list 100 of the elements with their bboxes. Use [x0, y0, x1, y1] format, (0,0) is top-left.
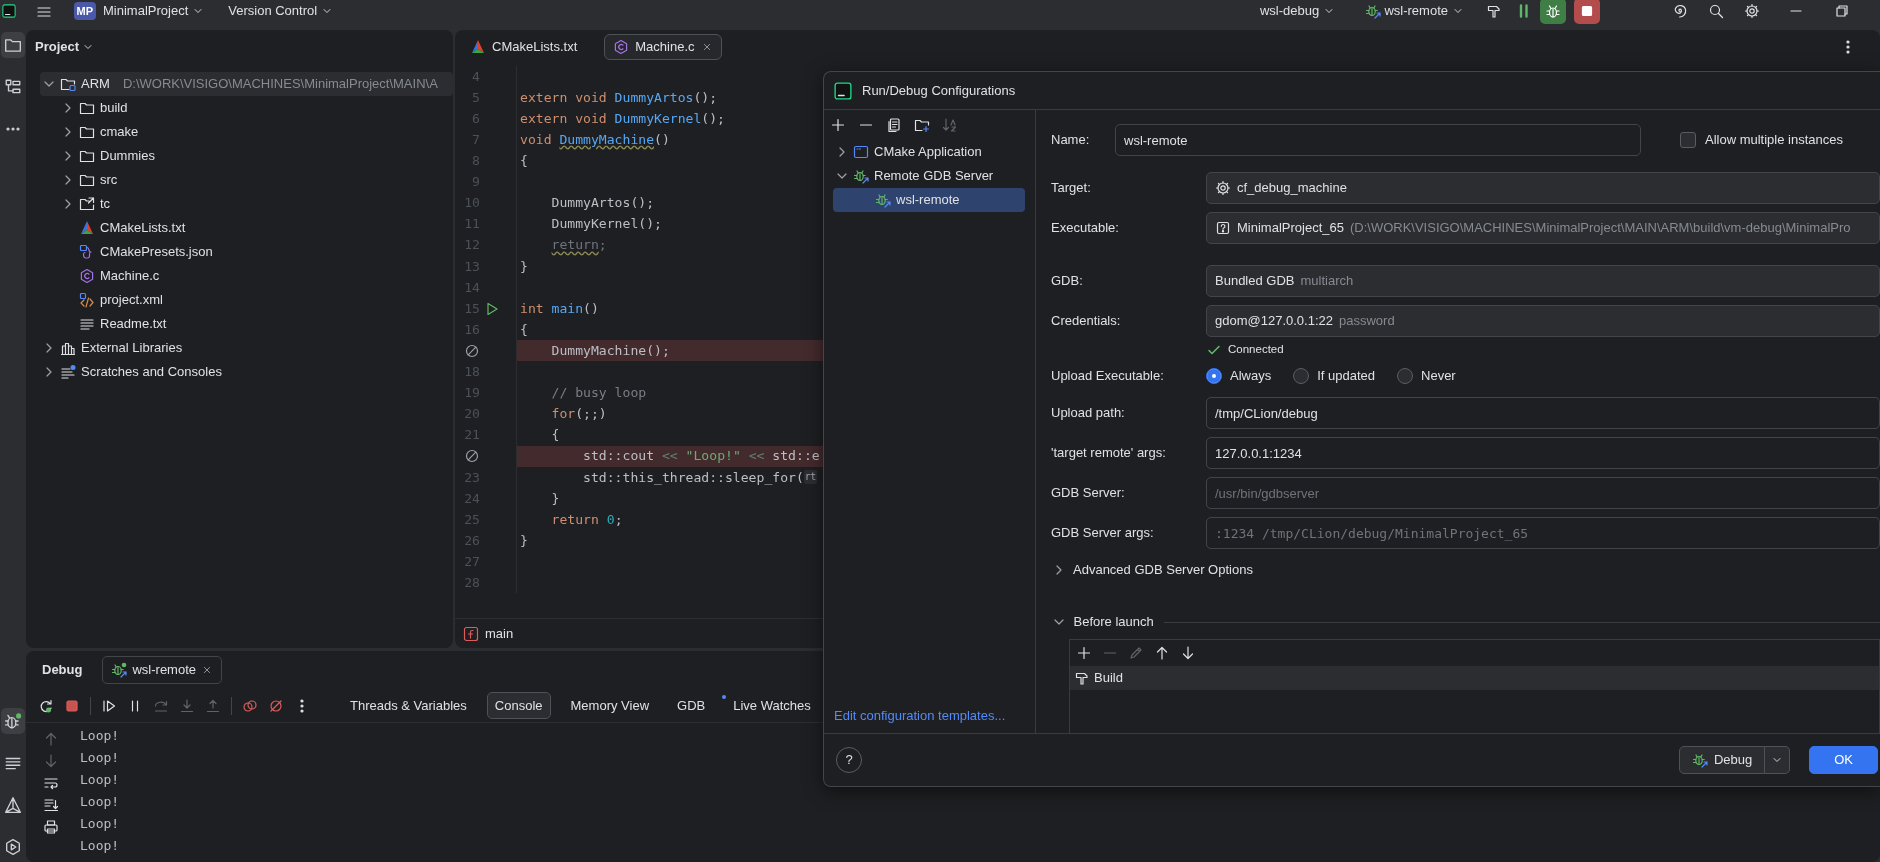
tree-item[interactable]: project.xml: [40, 288, 453, 312]
soft-wrap-icon[interactable]: [43, 775, 59, 791]
field-label: 'target remote' args:: [1051, 444, 1167, 463]
dropdown[interactable]: cf_debug_machine: [1206, 172, 1880, 204]
hammer-icon[interactable]: [1486, 3, 1502, 19]
tree-item[interactable]: Scratches and Consoles: [40, 360, 453, 384]
panel-title[interactable]: Project: [35, 37, 95, 57]
folder-icon: [79, 100, 95, 116]
text-file-icon: [79, 316, 95, 332]
tree-item[interactable]: Machine.c: [40, 264, 453, 288]
debug-tool-button[interactable]: [1, 708, 25, 734]
spiral-icon[interactable]: [1672, 3, 1688, 19]
dropdown[interactable]: MinimalProject_65 (D:\WORK\VISIGO\MACHINES\MinimalProject\MAIN\ARM\build\vm-debug\MinimalPro: [1206, 212, 1880, 244]
cmake-file-icon: [470, 39, 486, 55]
c-file-icon: [613, 39, 630, 55]
add-icon[interactable]: [830, 117, 846, 133]
folder-icon: [79, 148, 95, 164]
code-line: }: [550, 489, 560, 508]
input-field[interactable]: :1234 /tmp/CLion/debug/MinimalProject_65: [1206, 517, 1880, 549]
tree-item[interactable]: build: [40, 96, 453, 120]
input-field[interactable]: 127.0.0.1:1234: [1206, 437, 1880, 469]
tree-item[interactable]: src: [40, 168, 453, 192]
expander[interactable]: Advanced GDB Server Options: [1051, 553, 1880, 587]
arrow-up-icon[interactable]: [1154, 645, 1170, 661]
vcs-menu[interactable]: Version Control: [228, 1, 334, 21]
run-icon[interactable]: [484, 300, 500, 317]
view-tab[interactable]: Threads & Variables: [342, 691, 475, 720]
console-line: Loop!: [80, 815, 120, 833]
ok-button[interactable]: OK: [1809, 746, 1878, 774]
code-line: return 0;: [550, 510, 623, 529]
folder-icon: [4, 36, 22, 54]
tree-item[interactable]: External Libraries: [40, 336, 453, 360]
tree-item[interactable]: ARM D:\WORK\VISIGO\MACHINES\MinimalProject\MAIN\A: [40, 72, 453, 96]
folder-icon: [79, 172, 95, 188]
radio-label[interactable]: Never: [1421, 366, 1456, 386]
code-line: // busy loop: [550, 384, 647, 403]
print-icon[interactable]: [43, 819, 59, 835]
templates-link[interactable]: Edit configuration templates...: [824, 705, 1035, 733]
field-label: Credentials:: [1051, 312, 1122, 331]
add-icon[interactable]: [1076, 645, 1092, 661]
new-folder-icon[interactable]: [914, 117, 930, 133]
checkbox[interactable]: [1680, 132, 1696, 148]
tree-item[interactable]: CMakeLists.txt: [40, 216, 453, 240]
expander[interactable]: Before launch: [1051, 612, 1154, 632]
code-line: void DummyMachine(): [519, 131, 670, 149]
restore-icon[interactable]: [1834, 3, 1850, 19]
list-item[interactable]: Build: [1070, 666, 1879, 690]
project-tool-button[interactable]: [1, 32, 25, 58]
bug-icon: [875, 192, 891, 208]
dropdown[interactable]: gdom@127.0.0.1:22 password: [1206, 305, 1880, 337]
bug-icon: [4, 712, 22, 730]
stop-button[interactable]: [1574, 0, 1600, 24]
checkbox-label[interactable]: Allow multiple instances: [1705, 130, 1843, 150]
tree-item[interactable]: CMake Application: [833, 140, 1025, 164]
view-tab[interactable]: Console: [486, 691, 551, 720]
breadcrumb[interactable]: main: [485, 623, 514, 644]
folder-icon: [79, 124, 95, 140]
debug-button[interactable]: [1540, 0, 1566, 24]
breakpoints-icon[interactable]: [242, 697, 258, 714]
search-icon[interactable]: [1708, 3, 1724, 19]
resume-icon[interactable]: [101, 697, 117, 714]
tree-item[interactable]: wsl-remote: [833, 188, 1025, 212]
session-tab[interactable]: wsl-remote: [102, 656, 223, 684]
radio-label[interactable]: Always: [1230, 366, 1272, 386]
rerun-icon[interactable]: [38, 697, 54, 714]
name-field[interactable]: wsl-remote: [1115, 124, 1641, 156]
radio-button[interactable]: [1206, 368, 1222, 384]
view-tab[interactable]: Live Watches: [725, 691, 819, 720]
tree-item[interactable]: Dummies: [40, 144, 453, 168]
radio-label[interactable]: If updated: [1317, 366, 1375, 386]
arrow-down-icon[interactable]: [1180, 645, 1196, 661]
debug-button[interactable]: Debug: [1678, 746, 1766, 774]
tree-item[interactable]: tc: [40, 192, 453, 216]
stop-icon[interactable]: [64, 697, 80, 714]
scroll-to-end-icon[interactable]: [43, 797, 59, 813]
tree-item[interactable]: cmake: [40, 120, 453, 144]
tree-item[interactable]: Readme.txt: [40, 312, 453, 336]
build-config-selector[interactable]: wsl-debug: [1259, 1, 1336, 21]
editor-tab[interactable]: CMakeLists.txt: [461, 34, 587, 60]
copy-icon[interactable]: [886, 117, 902, 133]
path-text: D:\WORK\VISIGO\MACHINES\MinimalProject\MAIN\A: [122, 75, 438, 94]
radio-button[interactable]: [1293, 368, 1310, 384]
project-selector[interactable]: MinimalProject: [103, 1, 205, 21]
run-config-selector[interactable]: wsl-remote: [1384, 1, 1464, 21]
editor-tab[interactable]: Machine.c: [604, 34, 722, 60]
input-field[interactable]: /usr/bin/gdbserver: [1206, 477, 1880, 509]
mute-breakpoints-icon[interactable]: [268, 697, 284, 714]
view-tab[interactable]: Memory View: [562, 691, 658, 720]
input-field[interactable]: /tmp/CLion/debug: [1206, 397, 1880, 429]
radio-button[interactable]: [1397, 368, 1413, 384]
tree-item[interactable]: CMakePresets.json: [40, 240, 453, 264]
code-line: {: [550, 426, 560, 445]
view-tab[interactable]: GDB: [669, 691, 714, 720]
muted-breakpoint-icon[interactable]: [464, 448, 480, 465]
muted-breakpoint-icon[interactable]: [464, 342, 480, 359]
settings-icon[interactable]: [1744, 3, 1760, 19]
project-badge: MP: [73, 1, 96, 21]
console-line: Loop!: [80, 771, 120, 789]
tree-item[interactable]: Remote GDB Server: [833, 164, 1025, 188]
dropdown[interactable]: Bundled GDB multiarch: [1206, 265, 1880, 297]
